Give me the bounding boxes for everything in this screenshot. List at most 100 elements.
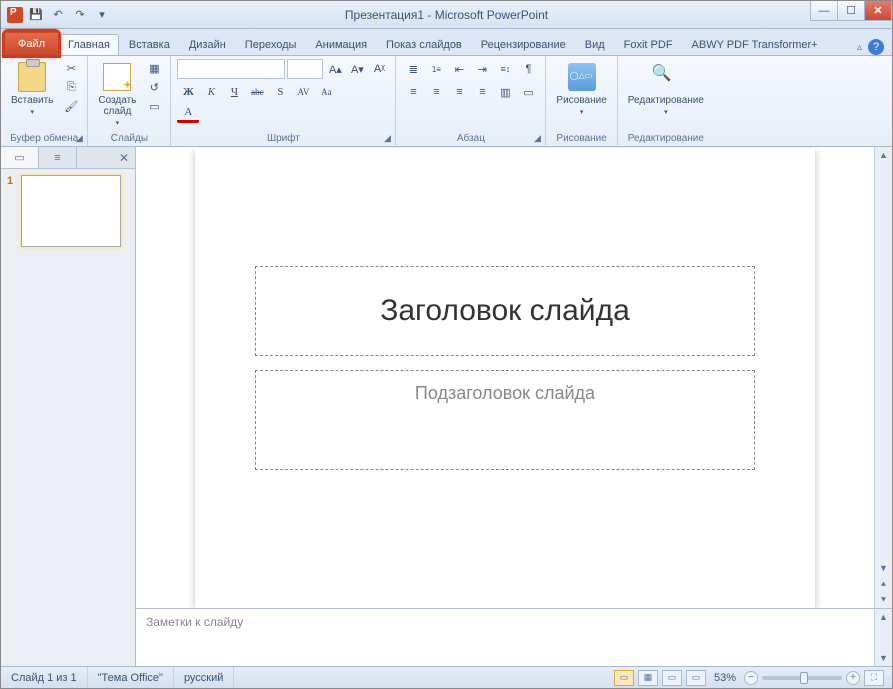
zoom-slider[interactable] bbox=[762, 676, 842, 680]
tab-animation[interactable]: Анимация bbox=[306, 34, 376, 55]
subtitle-placeholder[interactable]: Подзаголовок слайда bbox=[255, 370, 755, 470]
scroll-track[interactable] bbox=[875, 625, 892, 650]
status-language[interactable]: русский bbox=[174, 667, 234, 688]
align-center-button[interactable]: ≡ bbox=[425, 82, 447, 102]
clipboard-launcher-icon[interactable]: ◢ bbox=[73, 132, 85, 144]
app-icon[interactable] bbox=[7, 7, 23, 23]
tab-home[interactable]: Главная bbox=[59, 34, 119, 55]
line-spacing-button[interactable]: ≡↕ bbox=[494, 59, 516, 79]
pane-close-icon[interactable]: ✕ bbox=[113, 147, 135, 168]
find-icon bbox=[652, 63, 680, 91]
workspace: ▭ ≡ ✕ 1 Заголовок слайда bbox=[1, 147, 892, 666]
paragraph-launcher-icon[interactable]: ◢ bbox=[531, 132, 543, 144]
title-text: Заголовок слайда bbox=[380, 294, 630, 328]
drawing-icon bbox=[568, 63, 596, 91]
tab-abbyy[interactable]: ABWY PDF Transformer+ bbox=[683, 34, 827, 55]
close-button[interactable]: ✕ bbox=[864, 1, 892, 21]
scroll-up-icon[interactable]: ▲ bbox=[875, 609, 892, 625]
case-button[interactable]: Aa bbox=[315, 82, 337, 102]
scroll-down-icon[interactable]: ▼ bbox=[875, 650, 892, 666]
help-icon[interactable]: ? bbox=[868, 39, 884, 55]
font-launcher-icon[interactable]: ◢ bbox=[381, 132, 393, 144]
group-label: Шрифт bbox=[177, 132, 389, 144]
group-slides: Создать слайд ▾ ▦ ↺ ▭ Слайды bbox=[88, 56, 171, 146]
bold-button[interactable]: Ж bbox=[177, 82, 199, 102]
drawing-button[interactable]: Рисование ▾ bbox=[552, 59, 610, 118]
fit-to-window-button[interactable]: ⛶ bbox=[864, 670, 884, 686]
tab-view[interactable]: Вид bbox=[576, 34, 614, 55]
save-button[interactable]: 💾 bbox=[27, 6, 45, 24]
view-slideshow-button[interactable]: ▭ bbox=[686, 670, 706, 686]
undo-button[interactable]: ↶ bbox=[49, 6, 67, 24]
align-right-button[interactable]: ≡ bbox=[448, 82, 470, 102]
scroll-up-icon[interactable]: ▲ bbox=[875, 147, 892, 163]
notes-input[interactable]: Заметки к слайду bbox=[136, 609, 874, 666]
italic-button[interactable]: К bbox=[200, 82, 222, 102]
view-sorter-button[interactable]: ▦ bbox=[638, 670, 658, 686]
cut-button[interactable]: ✂ bbox=[61, 59, 81, 77]
section-button[interactable]: ▭ bbox=[144, 97, 164, 115]
next-slide-icon[interactable]: ⯆ bbox=[875, 592, 892, 608]
minimize-button[interactable]: — bbox=[810, 1, 838, 21]
group-editing: Редактирование ▾ Редактирование bbox=[618, 56, 714, 146]
indent-left-button[interactable]: ⇤ bbox=[448, 59, 470, 79]
group-clipboard: Вставить ▾ ✂ ⎘ 🖌 Буфер обмена ◢ bbox=[1, 56, 88, 146]
format-painter-button[interactable]: 🖌 bbox=[61, 97, 81, 115]
shadow-button[interactable]: S bbox=[269, 82, 291, 102]
spacing-button[interactable]: AV bbox=[292, 82, 314, 102]
new-slide-button[interactable]: Создать слайд ▾ bbox=[94, 59, 140, 129]
maximize-button[interactable]: ☐ bbox=[837, 1, 865, 21]
scroll-down-icon[interactable]: ▼ bbox=[875, 560, 892, 576]
scroll-track[interactable] bbox=[875, 163, 892, 560]
font-size-combo[interactable] bbox=[287, 59, 323, 79]
group-label: Абзац bbox=[402, 132, 539, 144]
zoom-in-button[interactable]: + bbox=[846, 671, 860, 685]
pane-tab-slides[interactable]: ▭ bbox=[1, 147, 39, 168]
title-placeholder[interactable]: Заголовок слайда bbox=[255, 266, 755, 356]
tab-design[interactable]: Дизайн bbox=[180, 34, 235, 55]
group-label: Редактирование bbox=[624, 132, 708, 144]
status-slide-count: Слайд 1 из 1 bbox=[1, 667, 88, 688]
slide-area[interactable]: Заголовок слайда Подзаголовок слайда bbox=[136, 147, 874, 608]
editing-button[interactable]: Редактирование ▾ bbox=[624, 59, 708, 118]
convert-smartart-button[interactable]: ▭ bbox=[517, 82, 539, 102]
paste-button[interactable]: Вставить ▾ bbox=[7, 59, 57, 118]
pane-tab-outline[interactable]: ≡ bbox=[39, 147, 77, 168]
font-color-button[interactable]: A bbox=[177, 103, 199, 123]
zoom-out-button[interactable]: − bbox=[744, 671, 758, 685]
justify-button[interactable]: ≡ bbox=[471, 82, 493, 102]
tab-insert[interactable]: Вставка bbox=[120, 34, 179, 55]
tab-file[interactable]: Файл bbox=[5, 32, 58, 55]
slide-thumbnail[interactable]: 1 bbox=[7, 175, 129, 247]
align-left-button[interactable]: ≡ bbox=[402, 82, 424, 102]
view-normal-button[interactable]: ▭ bbox=[614, 670, 634, 686]
tab-transitions[interactable]: Переходы bbox=[236, 34, 306, 55]
copy-button[interactable]: ⎘ bbox=[61, 78, 81, 96]
text-direction-button[interactable]: ¶ bbox=[517, 59, 539, 79]
notes-scrollbar[interactable]: ▲ ▼ bbox=[874, 609, 892, 666]
strike-button[interactable]: abc bbox=[246, 82, 268, 102]
group-label: Слайды bbox=[94, 132, 164, 144]
view-reading-button[interactable]: ▭ bbox=[662, 670, 682, 686]
shrink-font-button[interactable]: A▾ bbox=[347, 60, 367, 78]
tab-slideshow[interactable]: Показ слайдов bbox=[377, 34, 471, 55]
indent-right-button[interactable]: ⇥ bbox=[471, 59, 493, 79]
vertical-scrollbar[interactable]: ▲ ▼ ⯅ ⯆ bbox=[874, 147, 892, 608]
reset-button[interactable]: ↺ bbox=[144, 78, 164, 96]
qat-more-button[interactable]: ▾ bbox=[93, 6, 111, 24]
ribbon-minimize-icon[interactable]: ▵ bbox=[857, 42, 862, 53]
prev-slide-icon[interactable]: ⯅ bbox=[875, 576, 892, 592]
zoom-thumb[interactable] bbox=[800, 672, 808, 684]
redo-button[interactable]: ↷ bbox=[71, 6, 89, 24]
grow-font-button[interactable]: A▴ bbox=[325, 60, 345, 78]
underline-button[interactable]: Ч bbox=[223, 82, 245, 102]
tab-review[interactable]: Рецензирование bbox=[472, 34, 575, 55]
columns-button[interactable]: ▥ bbox=[494, 82, 516, 102]
clear-format-button[interactable]: Aᵡ bbox=[369, 60, 389, 78]
bullets-button[interactable]: ≣ bbox=[402, 59, 424, 79]
tab-foxit[interactable]: Foxit PDF bbox=[615, 34, 682, 55]
layout-button[interactable]: ▦ bbox=[144, 59, 164, 77]
font-name-combo[interactable] bbox=[177, 59, 285, 79]
numbering-button[interactable]: 1≡ bbox=[425, 59, 447, 79]
zoom-level[interactable]: 53% bbox=[714, 672, 736, 684]
